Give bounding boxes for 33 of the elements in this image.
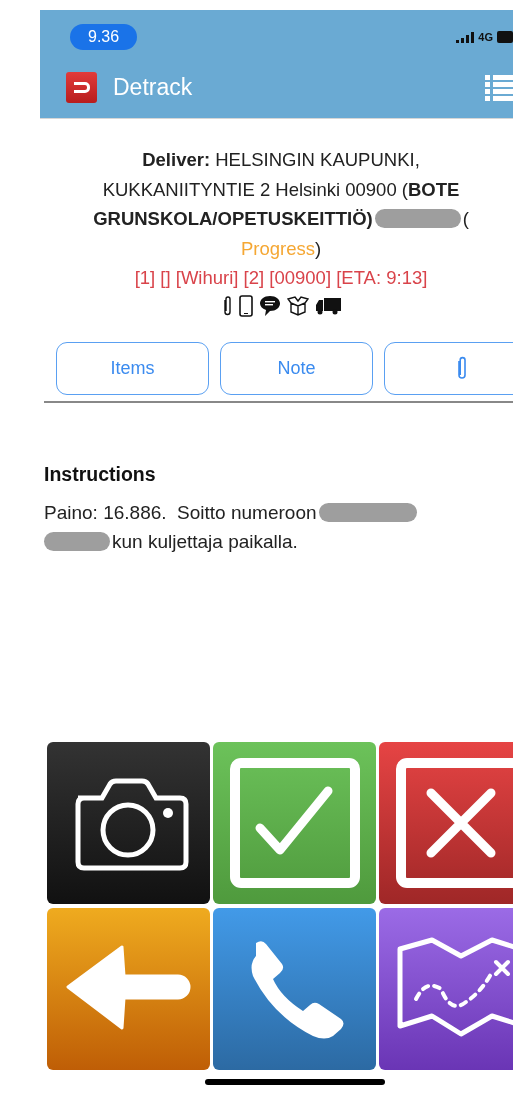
signal-icon: [456, 31, 475, 43]
address-text: GRUNSKOLA/OPETUSKEITTIÖ): [93, 207, 373, 231]
address-text: KUKKANIITYNTIE 2 Helsinki 00900 (BOTE: [102, 177, 460, 202]
instructions-text: Paino: 16.886. Soitto numeroon: [44, 500, 317, 525]
tab-button[interactable]: Note: [220, 341, 373, 395]
redacted-text: [44, 531, 110, 551]
network-label: 4G: [478, 31, 493, 43]
paperclip-icon: [221, 294, 233, 317]
logo-icon: [66, 72, 97, 103]
camera-tile-button[interactable]: [47, 741, 210, 904]
bracket-text: (: [462, 207, 469, 231]
bracket-text: ): [314, 236, 322, 261]
instructions-text: kun kuljettaja paikalla.: [112, 529, 298, 554]
tags-text: [1] [] [Wihuri] [2] [00900] [ETA: 9:13]: [134, 266, 428, 290]
instructions-title: Instructions: [44, 462, 157, 486]
status-time: 9.36: [70, 24, 138, 50]
smartphone-icon: [239, 294, 253, 317]
speech-bubble-icon: [259, 294, 281, 317]
open-box-icon: [287, 295, 309, 316]
attachment-button[interactable]: [384, 341, 513, 395]
complete-tile-button[interactable]: [213, 741, 376, 904]
battery-icon: [497, 31, 513, 43]
map-tile-button[interactable]: [379, 907, 513, 1070]
call-tile-button[interactable]: [213, 907, 376, 1070]
status-text: Progress: [240, 236, 315, 261]
truck-icon: [315, 295, 341, 316]
fail-tile-button[interactable]: [379, 741, 513, 904]
checkbox-icon: [229, 757, 360, 888]
address-text: Deliver: HELSINGIN KAUPUNKI,: [142, 148, 420, 172]
tab-button[interactable]: Items: [56, 341, 209, 395]
cross-box-icon: [395, 757, 513, 888]
app-title: Detrack: [113, 74, 194, 101]
back-tile-button[interactable]: [47, 907, 210, 1070]
